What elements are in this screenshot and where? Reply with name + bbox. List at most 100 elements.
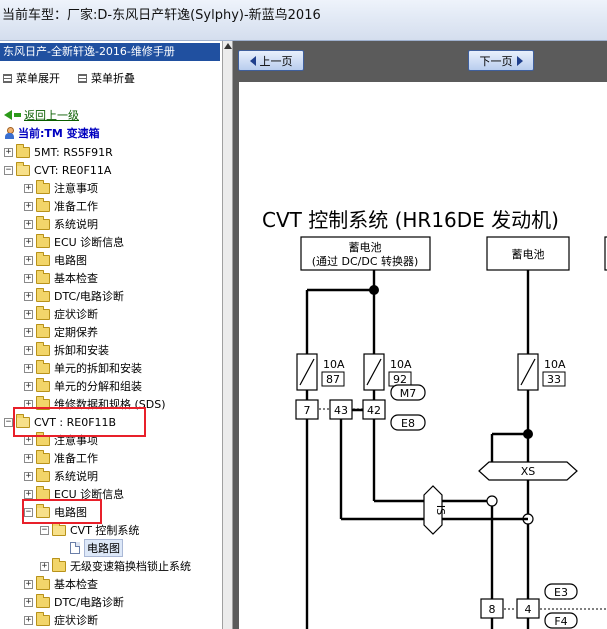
prev-page-button[interactable]: 上一页 bbox=[238, 50, 304, 71]
current-module-label: 当前:TM 变速箱 bbox=[18, 127, 100, 140]
folder-icon bbox=[36, 485, 50, 500]
expand-toggle-icon[interactable]: + bbox=[40, 561, 49, 571]
next-page-label: 下一页 bbox=[479, 54, 513, 68]
tree-node[interactable]: + 症状诊断 bbox=[24, 305, 98, 322]
connector-m7-label: M7 bbox=[400, 387, 417, 400]
tree-node[interactable]: + 拆卸和安装 bbox=[24, 341, 109, 358]
expand-toggle-icon[interactable]: + bbox=[24, 471, 33, 481]
next-page-button[interactable]: 下一页 bbox=[468, 50, 534, 71]
expand-toggle-icon[interactable]: + bbox=[24, 255, 33, 265]
tree-node[interactable]: + 无级变速箱换档锁止系统 bbox=[40, 557, 191, 574]
fuse-33-number: 33 bbox=[547, 373, 561, 386]
user-icon bbox=[4, 127, 15, 139]
expand-toggle-icon[interactable]: + bbox=[24, 291, 33, 301]
tree-node[interactable]: + DTC/电路诊断 bbox=[24, 287, 124, 304]
collapse-toggle-icon[interactable]: − bbox=[40, 525, 49, 535]
expand-toggle-icon[interactable]: + bbox=[4, 147, 13, 157]
back-link[interactable]: 返回上一级 bbox=[4, 107, 79, 123]
tree-node[interactable]: + 单元的拆卸和安装 bbox=[24, 359, 142, 376]
connector-xs-label: XS bbox=[521, 465, 536, 478]
tree-node[interactable]: + 基本检查 bbox=[24, 575, 98, 592]
pane-splitter[interactable] bbox=[222, 41, 233, 629]
tree-node-label: 单元的拆卸和安装 bbox=[54, 362, 142, 375]
folder-icon bbox=[36, 251, 50, 266]
tree-node-label: 症状诊断 bbox=[54, 308, 98, 321]
scroll-up-icon[interactable] bbox=[224, 43, 232, 49]
page-toolbar: 上一页 下一页 bbox=[233, 41, 607, 75]
tree-node[interactable]: 电路图 bbox=[58, 539, 123, 557]
expand-toggle-icon[interactable]: + bbox=[24, 489, 33, 499]
tree-node[interactable]: +5MT: RS5F91R bbox=[4, 143, 113, 160]
back-link-label: 返回上一级 bbox=[24, 109, 79, 122]
power-wires bbox=[305, 270, 530, 629]
tree-node[interactable]: + 准备工作 bbox=[24, 197, 98, 214]
expand-toggle-icon[interactable]: + bbox=[24, 363, 33, 373]
expand-toggle-icon[interactable]: + bbox=[24, 327, 33, 337]
tree-node[interactable]: − CVT: RE0F11A bbox=[4, 161, 111, 178]
junction-dot bbox=[369, 285, 379, 295]
battery-dcdc-label-1: 蓄电池 bbox=[349, 241, 382, 254]
expand-toggle-icon[interactable]: + bbox=[24, 183, 33, 193]
tree-node[interactable]: + 电路图 bbox=[24, 251, 87, 268]
folder-icon bbox=[36, 359, 50, 374]
tree-node[interactable]: + 系统说明 bbox=[24, 467, 98, 484]
tree-node[interactable]: + ECU 诊断信息 bbox=[24, 233, 125, 250]
battery-label: 蓄电池 bbox=[512, 248, 545, 261]
tree-node[interactable]: + 定期保养 bbox=[24, 323, 98, 340]
tree-node[interactable]: + DTC/电路诊断 bbox=[24, 593, 124, 610]
expand-toggle-icon[interactable]: + bbox=[24, 381, 33, 391]
menu-collapse-button[interactable]: 菜单折叠 bbox=[78, 70, 135, 86]
expand-toggle-icon[interactable]: + bbox=[24, 309, 33, 319]
fuse-92-number: 92 bbox=[393, 373, 407, 386]
content-pane: 上一页 下一页 CVT 控制系统 (HR16DE 发动机) 蓄电池 (通过 DC… bbox=[233, 41, 607, 629]
window-title: 当前车型：厂家:D-东风日产轩逸(Sylphy)-新蓝鸟2016 bbox=[2, 8, 321, 23]
expand-toggle-icon[interactable]: + bbox=[24, 579, 33, 589]
pin-8-label: 8 bbox=[489, 603, 496, 616]
tree-node-label: 系统说明 bbox=[54, 218, 98, 231]
expand-toggle-icon[interactable]: + bbox=[24, 273, 33, 283]
pin-7-label: 7 bbox=[304, 404, 311, 417]
wiring-diagram: 蓄电池 (通过 DC/DC 转换器) 蓄电池 10A 87 10A 92 10A… bbox=[295, 236, 607, 629]
tree-node-label: ECU 诊断信息 bbox=[54, 236, 125, 249]
expand-toggle-icon[interactable]: + bbox=[24, 453, 33, 463]
collapse-toggle-icon[interactable]: − bbox=[4, 417, 13, 427]
tree-node[interactable]: + 基本检查 bbox=[24, 269, 98, 286]
expand-toggle-icon[interactable]: + bbox=[24, 345, 33, 355]
tree-node[interactable]: + 症状诊断 bbox=[24, 611, 98, 628]
menu-icon bbox=[3, 73, 12, 83]
connector-e3-label: E3 bbox=[554, 586, 568, 599]
arrow-left-icon bbox=[249, 55, 256, 66]
tree-node-label: 定期保养 bbox=[54, 326, 98, 339]
expand-toggle-icon[interactable]: + bbox=[24, 237, 33, 247]
tree-node-label: 准备工作 bbox=[54, 200, 98, 213]
fuse-87-number: 87 bbox=[326, 373, 340, 386]
connector-e8-label: E8 bbox=[401, 417, 415, 430]
expand-toggle-icon[interactable]: + bbox=[24, 615, 33, 625]
tree-node[interactable]: + 系统说明 bbox=[24, 215, 98, 232]
tree-node-label: 电路图 bbox=[54, 254, 87, 267]
arrow-right-icon bbox=[516, 55, 523, 66]
highlight-box-wiring-diagram bbox=[22, 499, 102, 524]
collapse-toggle-icon[interactable]: − bbox=[4, 165, 13, 175]
menu-expand-button[interactable]: 菜单展开 bbox=[3, 70, 60, 86]
folder-icon bbox=[36, 593, 50, 608]
tree-node[interactable]: − CVT 控制系统 bbox=[40, 521, 139, 538]
tree-node-label: 系统说明 bbox=[54, 470, 98, 483]
junction-open-dot bbox=[486, 495, 498, 507]
tree-node-label: 电路图 bbox=[84, 539, 123, 557]
tree-node-label: 单元的分解和组装 bbox=[54, 380, 142, 393]
folder-icon bbox=[36, 197, 50, 212]
menu-collapse-label: 菜单折叠 bbox=[91, 72, 135, 85]
expand-toggle-icon[interactable]: + bbox=[24, 597, 33, 607]
folder-icon bbox=[36, 305, 50, 320]
tree-node[interactable]: + 注意事项 bbox=[24, 179, 98, 196]
tree-node[interactable]: + 准备工作 bbox=[24, 449, 98, 466]
tree-node[interactable]: + 单元的分解和组装 bbox=[24, 377, 142, 394]
tree-node-label: DTC/电路诊断 bbox=[54, 596, 124, 609]
tree-node-label: 准备工作 bbox=[54, 452, 98, 465]
expand-toggle-icon[interactable]: + bbox=[24, 219, 33, 229]
tree-node-label: DTC/电路诊断 bbox=[54, 290, 124, 303]
folder-icon bbox=[36, 287, 50, 302]
expand-toggle-icon[interactable]: + bbox=[24, 201, 33, 211]
pin-4-label: 4 bbox=[525, 603, 532, 616]
